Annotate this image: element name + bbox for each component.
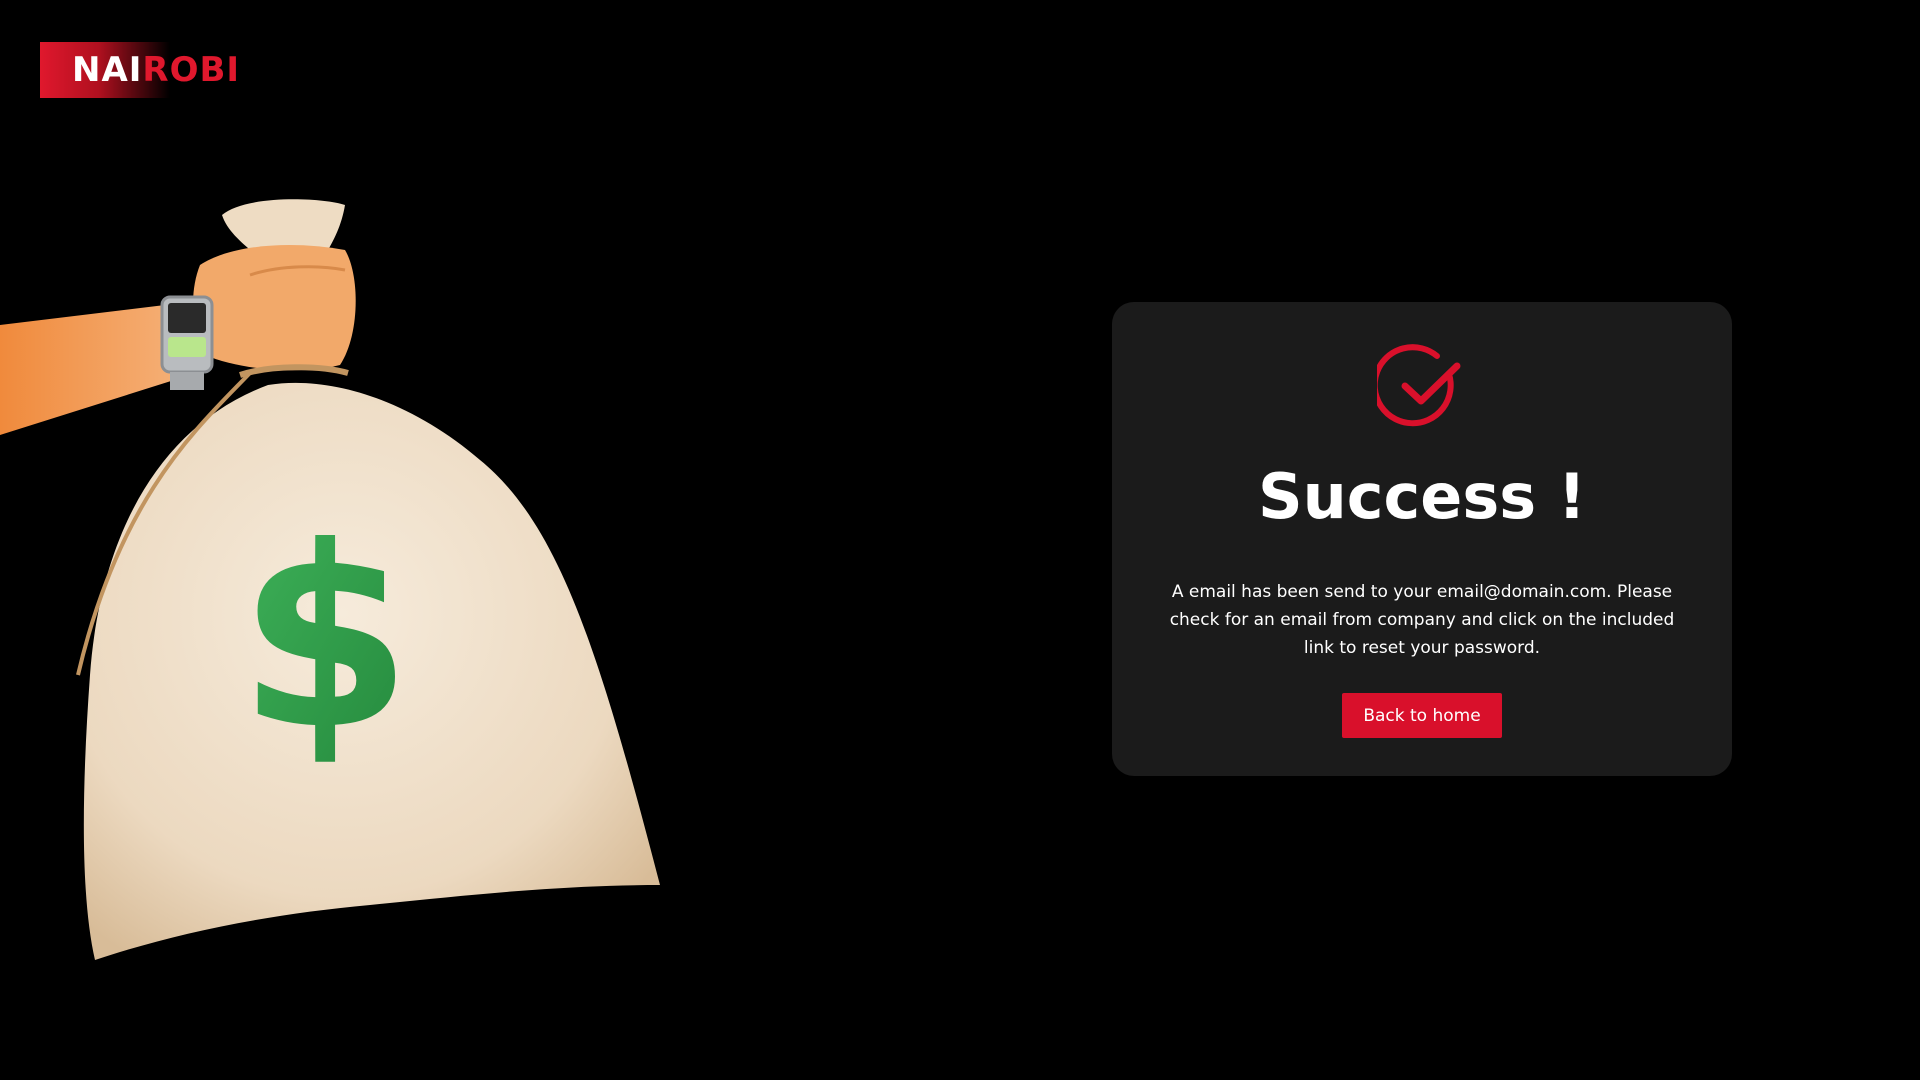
success-title: Success ! [1257, 460, 1586, 533]
success-message: A email has been send to your email@doma… [1169, 582, 1675, 658]
logo-text-red: ROBI [142, 50, 241, 90]
back-to-home-button[interactable]: Back to home [1342, 693, 1502, 738]
dollar-symbol: $ [238, 493, 412, 784]
success-page: NAIROBI $ Success ! A email has been sen… [0, 0, 1920, 1080]
logo-text-white: NAI [72, 50, 143, 90]
logo-text: NAIROBI [72, 42, 240, 98]
check-circle-icon [1377, 344, 1461, 427]
success-card: Success ! A email has been send to your … [1112, 302, 1732, 776]
money-bag-icon: $ [0, 199, 661, 960]
brand-logo[interactable]: NAIROBI [40, 42, 239, 98]
